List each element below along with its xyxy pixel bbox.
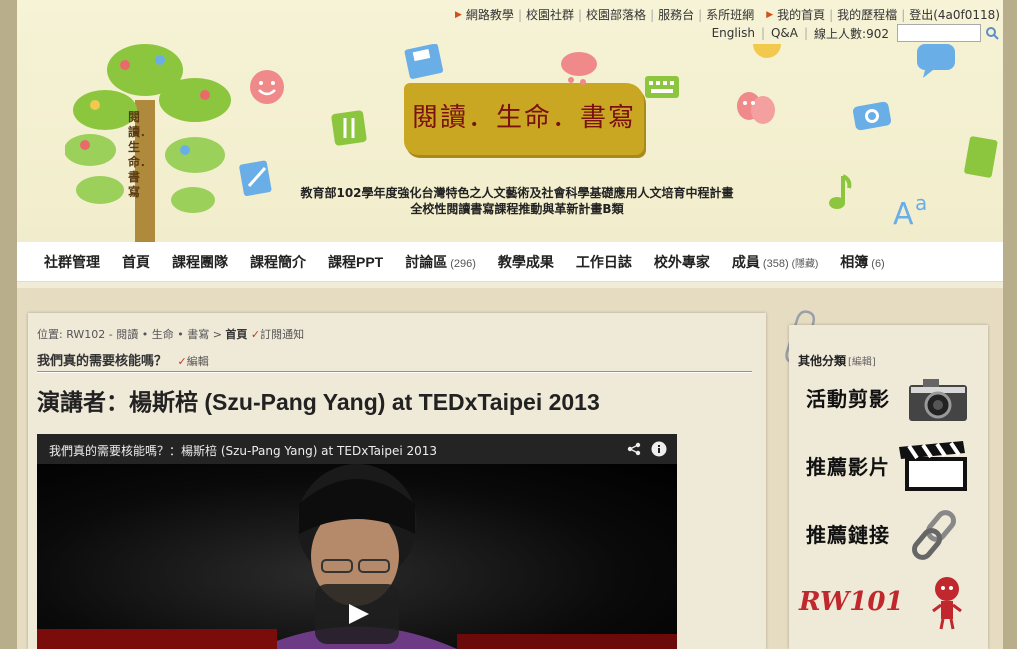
sidebar-title: 其他分類 [編輯] <box>798 354 876 368</box>
breadcrumb-current[interactable]: 首頁 <box>225 328 247 341</box>
nav-forum[interactable]: 討論區 (296) <box>405 252 476 272</box>
nav-home[interactable]: 首頁 <box>122 252 150 272</box>
category-recommended-videos[interactable]: 推薦影片 <box>806 451 890 480</box>
nav-album[interactable]: 相簿 (6) <box>840 252 884 272</box>
site-subtitle: 教育部102學年度強化台灣特色之人文藝術及社會科學基礎應用人文培育中程計畫 全校… <box>300 186 734 216</box>
link-campus-blog[interactable]: 校園部落格 <box>586 6 646 23</box>
divider <box>37 371 752 373</box>
sidebar: 其他分類 [編輯] 活動剪影 推薦影片 推薦鏈接 RW101 <box>789 325 988 649</box>
chat-bubble-icon <box>917 44 955 78</box>
keyboard-icon <box>645 76 679 98</box>
music-note-icon <box>829 174 852 209</box>
link-elearning[interactable]: 網路教學 <box>466 6 514 23</box>
camera-icon <box>852 101 892 131</box>
site-header: ▶ 網路教學 | 校園社群 | 校園部落格 | 服務台 | 系所班網 ▶ 我的首… <box>17 0 1003 242</box>
link-campus-community[interactable]: 校園社群 <box>526 6 574 23</box>
svg-text:a: a <box>915 191 927 215</box>
floppy-disk-icon <box>404 44 444 79</box>
play-icon <box>349 604 369 624</box>
link-my-home[interactable]: 我的首頁 <box>777 6 825 23</box>
breadcrumb: 位置: RW102 - 閱讀 • 生命 • 書寫 > 首頁 ✓訂閱通知 <box>37 328 305 341</box>
share-icon[interactable] <box>627 442 641 456</box>
link-service-desk[interactable]: 服務台 <box>658 6 694 23</box>
category-recommended-links[interactable]: 推薦鏈接 <box>806 519 890 548</box>
cloud-icon <box>561 52 597 85</box>
chain-link-icon <box>912 510 956 560</box>
main-nav: 社群管理 首頁 課程團隊 課程簡介 課程PPT 討論區 (296) 教學成果 工作… <box>17 242 1003 282</box>
arrow-icon: ▶ <box>766 9 774 20</box>
site-logo-text: 閱讀．生命．書寫 <box>411 103 636 133</box>
nav-course-intro[interactable]: 課程簡介 <box>250 252 306 272</box>
link-my-portfolio[interactable]: 我的歷程檔 <box>837 6 897 23</box>
camera-icon <box>909 379 967 421</box>
nav-work-log[interactable]: 工作日誌 <box>576 252 632 272</box>
mascot-icon <box>932 577 962 630</box>
nav-teaching-results[interactable]: 教學成果 <box>498 252 554 272</box>
sidebar-edit-link[interactable]: [編輯] <box>848 357 876 368</box>
page: ▶ 網路教學 | 校園社群 | 校園部落格 | 服務台 | 系所班網 ▶ 我的首… <box>17 0 1003 649</box>
nav-course-ppt[interactable]: 課程PPT <box>328 252 383 272</box>
edit-link[interactable]: 編輯 <box>187 355 209 368</box>
nav-external-experts[interactable]: 校外專家 <box>654 252 710 272</box>
clapperboard-icon <box>899 441 967 491</box>
play-button[interactable] <box>315 584 399 644</box>
category-activity-photos[interactable]: 活動剪影 <box>806 383 890 412</box>
notebook-icon <box>964 136 998 178</box>
sun-icon <box>753 44 781 58</box>
post-title-row: 我們真的需要核能嗎？ ✓編輯 <box>37 350 209 369</box>
link-department-sites[interactable]: 系所班網 <box>706 6 754 23</box>
check-icon: ✓ <box>250 328 261 341</box>
video-title-bar: 我們真的需要核能嗎？：楊斯棓 (Szu-Pang Yang) at TEDxTa… <box>37 434 677 464</box>
site-logo[interactable]: 閱讀．生命．書寫 <box>404 83 644 155</box>
nav-course-team[interactable]: 課程團隊 <box>172 252 228 272</box>
subscribe-link[interactable]: 訂閱通知 <box>260 328 304 341</box>
nav-members[interactable]: 成員 (358) (隱藏) <box>732 252 818 272</box>
info-icon[interactable] <box>651 441 667 457</box>
nav-divider <box>17 282 1003 288</box>
nav-community-admin[interactable]: 社群管理 <box>44 252 100 272</box>
link-qa[interactable]: Q&A <box>771 26 798 40</box>
svg-text:A: A <box>893 197 914 228</box>
category-rw101[interactable]: RW101 <box>799 587 904 617</box>
theatre-masks-icon <box>737 92 775 124</box>
tree-logo-illustration <box>65 44 231 242</box>
book-icon <box>331 110 367 146</box>
arrow-icon: ▶ <box>455 9 462 20</box>
link-english[interactable]: English <box>712 26 755 40</box>
top-links: ▶ 網路教學 | 校園社群 | 校園部落格 | 服務台 | 系所班網 ▶ 我的首… <box>455 6 1000 23</box>
youtube-player[interactable]: 我們真的需要核能嗎？：楊斯棓 (Szu-Pang Yang) at TEDxTa… <box>37 434 677 649</box>
logout-link[interactable]: 登出(4a0f0118) <box>909 6 1000 23</box>
font-size-icon: A a <box>893 191 927 228</box>
speaker-heading: 演講者：楊斯棓 (Szu-Pang Yang) at TEDxTaipei 20… <box>37 389 600 415</box>
video-title[interactable]: 我們真的需要核能嗎？：楊斯棓 (Szu-Pang Yang) at TEDxTa… <box>49 444 437 458</box>
pencil-paper-icon <box>239 160 272 197</box>
main-content: 位置: RW102 - 閱讀 • 生命 • 書寫 > 首頁 ✓訂閱通知 我們真的… <box>28 313 766 649</box>
online-count: 線上人數:902 <box>814 26 889 41</box>
search-icon[interactable] <box>985 26 999 40</box>
smiley-icon <box>250 70 284 104</box>
check-icon: ✓ <box>177 355 187 368</box>
post-title: 我們真的需要核能嗎？ <box>37 354 168 369</box>
tree-caption: 閱讀．生命．書寫 <box>128 110 153 199</box>
